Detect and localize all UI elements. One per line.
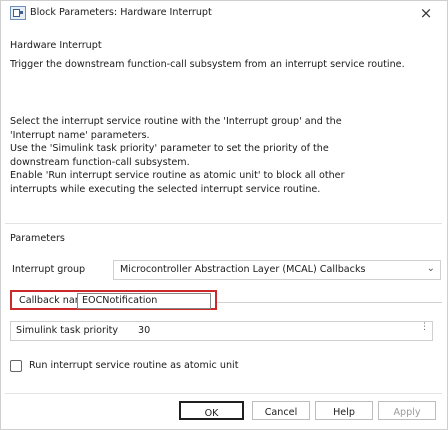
callback-row-divider (217, 302, 442, 303)
block-description: Trigger the downstream function-call sub… (10, 59, 405, 70)
usage-description: Select the interrupt service routine wit… (10, 115, 430, 197)
atomic-unit-label: Run interrupt service routine as atomic … (29, 360, 239, 371)
vertical-dots-icon[interactable]: ⋮ (420, 323, 429, 336)
callback-name-highlight: Callback name EOCNotification (10, 290, 217, 310)
interrupt-group-label: Interrupt group (12, 264, 86, 275)
interrupt-group-select[interactable]: Microcontroller Abstraction Layer (MCAL)… (113, 260, 441, 280)
atomic-unit-checkbox[interactable] (10, 360, 22, 372)
parameters-heading: Parameters (10, 233, 65, 244)
usage-line: downstream function-call subsystem. (10, 156, 190, 168)
task-priority-value[interactable]: 30 (138, 325, 150, 336)
usage-line: 'Interrupt name' parameters. (10, 129, 150, 141)
block-parameters-dialog: Block Parameters: Hardware Interrupt × H… (0, 0, 448, 430)
title-bar[interactable]: Block Parameters: Hardware Interrupt × (1, 1, 447, 27)
interrupt-group-value: Microcontroller Abstraction Layer (MCAL)… (120, 264, 366, 275)
cancel-button[interactable]: Cancel (252, 401, 310, 420)
ok-button[interactable]: OK (179, 401, 244, 420)
usage-line: Select the interrupt service routine wit… (10, 116, 342, 127)
usage-line: interrupts while executing the selected … (10, 183, 321, 195)
help-button[interactable]: Help (315, 401, 373, 420)
window-title: Block Parameters: Hardware Interrupt (30, 7, 212, 18)
chevron-down-icon: ⌄ (426, 263, 435, 274)
block-icon (10, 6, 26, 20)
task-priority-label: Simulink task priority (16, 325, 119, 336)
button-divider (5, 393, 442, 394)
block-name-heading: Hardware Interrupt (10, 40, 102, 51)
section-divider (5, 223, 442, 224)
close-button[interactable]: × (417, 3, 435, 23)
usage-line: Enable 'Run interrupt service routine as… (10, 170, 345, 182)
callback-name-input[interactable]: EOCNotification (77, 293, 211, 309)
apply-button[interactable]: Apply (378, 401, 436, 420)
usage-line: Use the 'Simulink task priority' paramet… (10, 143, 329, 155)
task-priority-field[interactable]: Simulink task priority 30 ⋮ (10, 321, 433, 341)
